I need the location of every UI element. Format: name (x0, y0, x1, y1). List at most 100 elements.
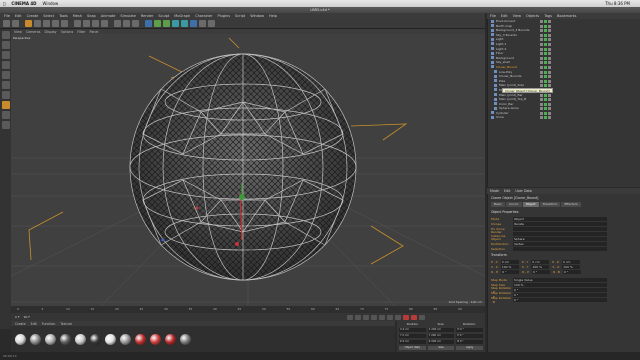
rot-h-field[interactable]: H 0 ° (456, 328, 484, 332)
menu-window[interactable]: Window (250, 14, 264, 18)
flag-icon[interactable] (548, 65, 551, 69)
snap-icon[interactable] (1, 121, 10, 129)
menu-mograph[interactable]: MoGraph (174, 14, 190, 18)
flag-icon[interactable] (544, 47, 547, 51)
workplane-icon[interactable] (1, 61, 10, 69)
tab-transform[interactable]: Transform (539, 202, 561, 207)
flag-icon[interactable] (548, 79, 551, 83)
flag-icon[interactable] (540, 47, 543, 51)
material-swatch[interactable] (120, 333, 131, 345)
viewport-menu-view[interactable]: View (14, 30, 22, 34)
flag-icon[interactable] (548, 20, 551, 23)
next-frame-icon[interactable] (379, 314, 385, 320)
menu-select[interactable]: Select (43, 14, 54, 18)
flag-icon[interactable] (540, 52, 543, 56)
array-icon[interactable] (172, 20, 179, 27)
polygons-mode-icon[interactable] (1, 91, 10, 99)
apple-icon[interactable]:  (3, 1, 5, 6)
flag-icon[interactable] (544, 93, 547, 97)
points-mode-icon[interactable] (1, 71, 10, 79)
attributes-menu-edit[interactable]: Edit (504, 189, 510, 193)
objects-menu-tags[interactable]: Tags (544, 14, 552, 18)
material-menu-texture[interactable]: Texture (60, 322, 72, 326)
flag-icon[interactable] (548, 52, 551, 56)
rot-p-field[interactable]: P 0 ° (456, 334, 484, 338)
move-icon[interactable] (34, 20, 41, 27)
app-menu[interactable]: CINEMA 4D (11, 1, 36, 6)
attribute-field[interactable]: Sphere (513, 236, 607, 241)
material-swatch[interactable] (135, 333, 146, 345)
live-select-icon[interactable] (25, 20, 32, 27)
flag-icon[interactable] (548, 38, 551, 42)
viewport-menu-display[interactable]: Display (44, 30, 56, 34)
flag-icon[interactable] (540, 61, 543, 65)
texture-mode-icon[interactable] (1, 51, 10, 59)
record-icon[interactable] (403, 314, 409, 320)
objects-menu-edit[interactable]: Edit (501, 14, 508, 18)
size-x-field[interactable]: X 200 cm (427, 328, 455, 332)
pos-x-field[interactable]: X 0 cm (399, 328, 426, 332)
attribute-field[interactable]: Single Value (513, 277, 607, 282)
tab-effectors[interactable]: Effectors (561, 202, 581, 207)
prev-key-icon[interactable] (355, 314, 361, 320)
redo-icon[interactable] (12, 20, 19, 27)
z-axis-icon[interactable] (92, 20, 99, 27)
flag-icon[interactable] (540, 38, 543, 42)
material-menu-create[interactable]: Create (15, 322, 26, 326)
object-row[interactable]: Cone (488, 115, 640, 120)
pen-icon[interactable] (154, 20, 161, 27)
flag-icon[interactable] (540, 33, 543, 37)
attribute-field[interactable]: 0 ° (513, 292, 607, 297)
menu-file[interactable]: File (4, 14, 10, 18)
menu-plugins[interactable]: Plugins (217, 14, 230, 18)
flag-icon[interactable] (548, 111, 551, 115)
pos-z-field[interactable]: Z 0 cm (399, 340, 426, 344)
size-z-field[interactable]: Z 200 cm (427, 340, 455, 344)
undo-icon[interactable] (3, 20, 10, 27)
flag-icon[interactable] (544, 56, 547, 60)
apply-button[interactable]: Apply (456, 346, 484, 350)
s-y-field[interactable]: 100 % (531, 264, 550, 269)
menu-mesh[interactable]: Mesh (73, 14, 82, 18)
flag-icon[interactable] (540, 111, 543, 115)
flag-icon[interactable] (540, 116, 543, 120)
recent-tool-icon[interactable] (61, 20, 68, 27)
flag-icon[interactable] (540, 29, 543, 33)
r-h-field[interactable]: 0 ° (501, 269, 520, 274)
cube-icon[interactable] (145, 20, 152, 27)
menu-snap[interactable]: Snap (87, 14, 96, 18)
flag-icon[interactable] (544, 116, 547, 120)
attribute-field[interactable]: Object (513, 216, 607, 221)
material-menu-function[interactable]: Function (42, 322, 56, 326)
flag-icon[interactable] (540, 65, 543, 69)
flag-icon[interactable] (548, 116, 551, 120)
material-swatch[interactable] (150, 333, 161, 345)
next-key-icon[interactable] (387, 314, 393, 320)
flag-icon[interactable] (540, 84, 543, 88)
current-frame[interactable]: 0 F (15, 315, 20, 319)
flag-icon[interactable] (544, 33, 547, 37)
flag-icon[interactable] (548, 47, 551, 51)
p-x-field[interactable]: 0 cm (500, 259, 519, 264)
go-to-end-icon[interactable] (395, 314, 401, 320)
make-editable-icon[interactable] (1, 31, 10, 39)
material-swatch[interactable] (45, 333, 56, 345)
flag-icon[interactable] (544, 38, 547, 42)
scale-icon[interactable] (43, 20, 50, 27)
tab-coord[interactable]: Coord. (505, 202, 522, 207)
camera-icon[interactable] (199, 20, 206, 27)
flag-icon[interactable] (548, 107, 551, 111)
render-view-icon[interactable] (114, 20, 121, 27)
attribute-field[interactable]: Iterate (513, 221, 607, 226)
objects-menu-bookmarks[interactable]: Bookmarks (557, 14, 577, 18)
menu-edit[interactable]: Edit (15, 14, 22, 18)
flag-icon[interactable] (548, 75, 551, 79)
material-swatch[interactable] (75, 333, 86, 345)
attribute-field[interactable] (513, 246, 607, 251)
flag-icon[interactable] (548, 84, 551, 88)
size-mode-select[interactable]: Size (427, 346, 455, 350)
attribute-field[interactable] (513, 226, 607, 231)
x-axis-icon[interactable] (74, 20, 81, 27)
flag-icon[interactable] (548, 70, 551, 74)
flag-icon[interactable] (540, 107, 543, 111)
